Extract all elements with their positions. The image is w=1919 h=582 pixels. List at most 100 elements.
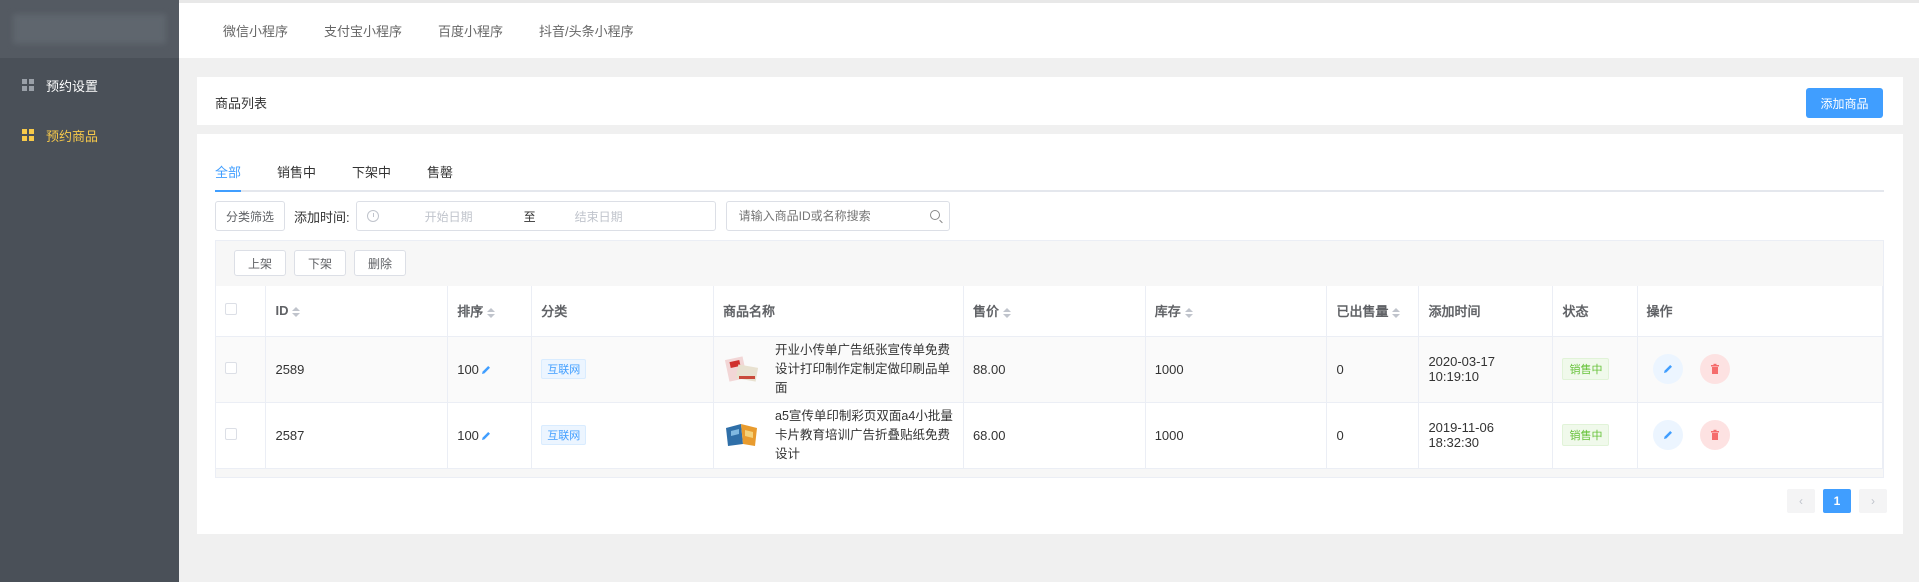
- pencil-icon[interactable]: [480, 364, 492, 376]
- delete-button[interactable]: [1700, 354, 1731, 384]
- pencil-icon: [1663, 431, 1672, 439]
- date-separator: 至: [523, 209, 536, 224]
- bulk-delete-button[interactable]: 删除: [354, 250, 407, 276]
- filter-row: 分类筛选 添加时间: 开始日期 至 结束日期: [215, 201, 950, 231]
- cell-product[interactable]: 开业小传单广告纸张宣传单免费设计打印制作定制定做印刷品单面: [713, 336, 964, 403]
- trash-icon: [1711, 429, 1720, 440]
- grid-icon: [22, 79, 34, 91]
- col-actions: 操作: [1637, 286, 1884, 337]
- bulk-on-shelf-button[interactable]: 上架: [234, 250, 287, 276]
- sidebar: 预约设置 预约商品: [0, 0, 179, 582]
- cell-status: 销售中: [1552, 336, 1638, 403]
- cell-stock: 1000: [1145, 402, 1328, 469]
- table-row: 2587 100 互联网 a5宣传单印制彩页双面a4小批量卡片教育培训广告折叠贴…: [216, 402, 1884, 469]
- tab-baidu-miniprogram[interactable]: 百度小程序: [438, 21, 503, 40]
- category-tag: 互联网: [541, 359, 587, 379]
- product-thumbnail: [726, 424, 758, 446]
- cell-category: 互联网: [531, 402, 715, 469]
- sort-icon[interactable]: [1184, 307, 1193, 318]
- sidebar-item-booking-settings[interactable]: 预约设置: [0, 60, 179, 110]
- pencil-icon: [1663, 365, 1672, 373]
- search-input[interactable]: [725, 201, 950, 231]
- col-name: 商品名称: [713, 286, 964, 337]
- tab-sold-out[interactable]: 售罄: [427, 162, 453, 190]
- product-name: a5宣传单印制彩页双面a4小批量卡片教育培训广告折叠贴纸免费设计: [775, 408, 953, 461]
- search-wrap: [716, 201, 950, 231]
- select-all-checkbox[interactable]: [225, 303, 237, 316]
- category-filter-button[interactable]: 分类筛选: [215, 201, 286, 231]
- trash-icon: [1711, 363, 1720, 374]
- page-header: 商品列表 添加商品: [197, 77, 1903, 125]
- cell-price: 68.00: [963, 402, 1146, 469]
- logo: [13, 14, 166, 44]
- cell-sort: 100: [447, 402, 533, 469]
- pencil-icon[interactable]: [480, 430, 492, 442]
- product-table: ID 排序 分类 商品名称 售价 库存 已出售量 添加时间 状态 操作 2589…: [216, 286, 1884, 469]
- cell-added: 2020-03-17 10:19:10: [1418, 336, 1554, 403]
- add-time-label: 添加时间:: [294, 209, 350, 225]
- sidebar-item-label: 预约设置: [46, 78, 99, 94]
- next-page-button[interactable]: ›: [1859, 489, 1887, 513]
- product-list-panel: 全部 销售中 下架中 售罄 分类筛选 添加时间: 开始日期 至 结束日期 上架 …: [197, 134, 1903, 534]
- col-sold[interactable]: 已出售量: [1326, 286, 1420, 337]
- sidebar-item-label: 预约商品: [46, 128, 99, 144]
- table-header-row: ID 排序 分类 商品名称 售价 库存 已出售量 添加时间 状态 操作: [216, 286, 1884, 337]
- prev-page-button[interactable]: ‹: [1787, 489, 1815, 513]
- col-category: 分类: [531, 286, 715, 337]
- clock-icon: [366, 210, 379, 222]
- row-select-cell[interactable]: [216, 336, 267, 403]
- col-id[interactable]: ID: [265, 286, 449, 337]
- page-number[interactable]: 1: [1823, 489, 1851, 513]
- sort-icon[interactable]: [1392, 307, 1401, 318]
- status-badge: 销售中: [1562, 424, 1610, 446]
- sort-icon[interactable]: [1002, 307, 1011, 318]
- row-checkbox[interactable]: [225, 427, 237, 440]
- row-checkbox[interactable]: [225, 361, 237, 374]
- row-select-cell[interactable]: [216, 402, 267, 469]
- cell-sort: 100: [447, 336, 533, 403]
- sort-icon[interactable]: [292, 306, 301, 317]
- cell-added: 2019-11-06 18:32:30: [1418, 402, 1554, 469]
- edit-button[interactable]: [1652, 354, 1683, 384]
- col-stock[interactable]: 库存: [1145, 286, 1328, 337]
- cell-id: 2587: [265, 402, 449, 469]
- tab-wechat-miniprogram[interactable]: 微信小程序: [223, 21, 288, 40]
- page-title: 商品列表: [215, 96, 268, 111]
- start-date-input[interactable]: 开始日期: [425, 208, 473, 225]
- tab-alipay-miniprogram[interactable]: 支付宝小程序: [324, 21, 402, 40]
- cell-sold: 0: [1326, 336, 1420, 403]
- tab-off-shelf[interactable]: 下架中: [352, 162, 391, 190]
- cell-id: 2589: [265, 336, 449, 403]
- sidebar-item-booking-products[interactable]: 预约商品: [0, 110, 179, 160]
- tab-all[interactable]: 全部: [215, 162, 242, 192]
- add-product-button[interactable]: 添加商品: [1806, 88, 1883, 118]
- category-tag: 互联网: [541, 425, 587, 445]
- col-status: 状态: [1552, 286, 1638, 337]
- cell-price: 88.00: [963, 336, 1146, 403]
- cell-category: 互联网: [531, 336, 715, 403]
- cell-actions: [1637, 402, 1884, 469]
- search-icon[interactable]: [929, 210, 940, 220]
- select-all-cell[interactable]: [216, 286, 267, 337]
- status-badge: 销售中: [1562, 358, 1610, 380]
- col-price[interactable]: 售价: [963, 286, 1146, 337]
- product-thumbnail: [724, 356, 759, 382]
- tab-on-sale[interactable]: 销售中: [277, 162, 316, 190]
- top-nav: 微信小程序 支付宝小程序 百度小程序 抖音/头条小程序: [179, 0, 1919, 58]
- date-range-picker[interactable]: 开始日期 至 结束日期: [355, 201, 716, 231]
- grid-icon: [22, 129, 34, 141]
- edit-button[interactable]: [1652, 420, 1683, 450]
- bulk-actions: 上架 下架 删除: [234, 250, 414, 276]
- status-tabs: 全部 销售中 下架中 售罄: [215, 162, 1884, 192]
- cell-product[interactable]: a5宣传单印制彩页双面a4小批量卡片教育培训广告折叠贴纸免费设计: [713, 402, 964, 469]
- col-sort[interactable]: 排序: [447, 286, 533, 337]
- delete-button[interactable]: [1700, 420, 1731, 450]
- col-added: 添加时间: [1418, 286, 1554, 337]
- end-date-input[interactable]: 结束日期: [575, 208, 623, 225]
- cell-sold: 0: [1326, 402, 1420, 469]
- sort-icon[interactable]: [487, 307, 496, 318]
- cell-actions: [1637, 336, 1884, 403]
- product-table-container: 上架 下架 删除 ID 排序 分类 商品名称 售价 库存 已出售量 添加时间 状…: [215, 240, 1884, 478]
- bulk-off-shelf-button[interactable]: 下架: [294, 250, 347, 276]
- tab-douyin-miniprogram[interactable]: 抖音/头条小程序: [539, 21, 634, 40]
